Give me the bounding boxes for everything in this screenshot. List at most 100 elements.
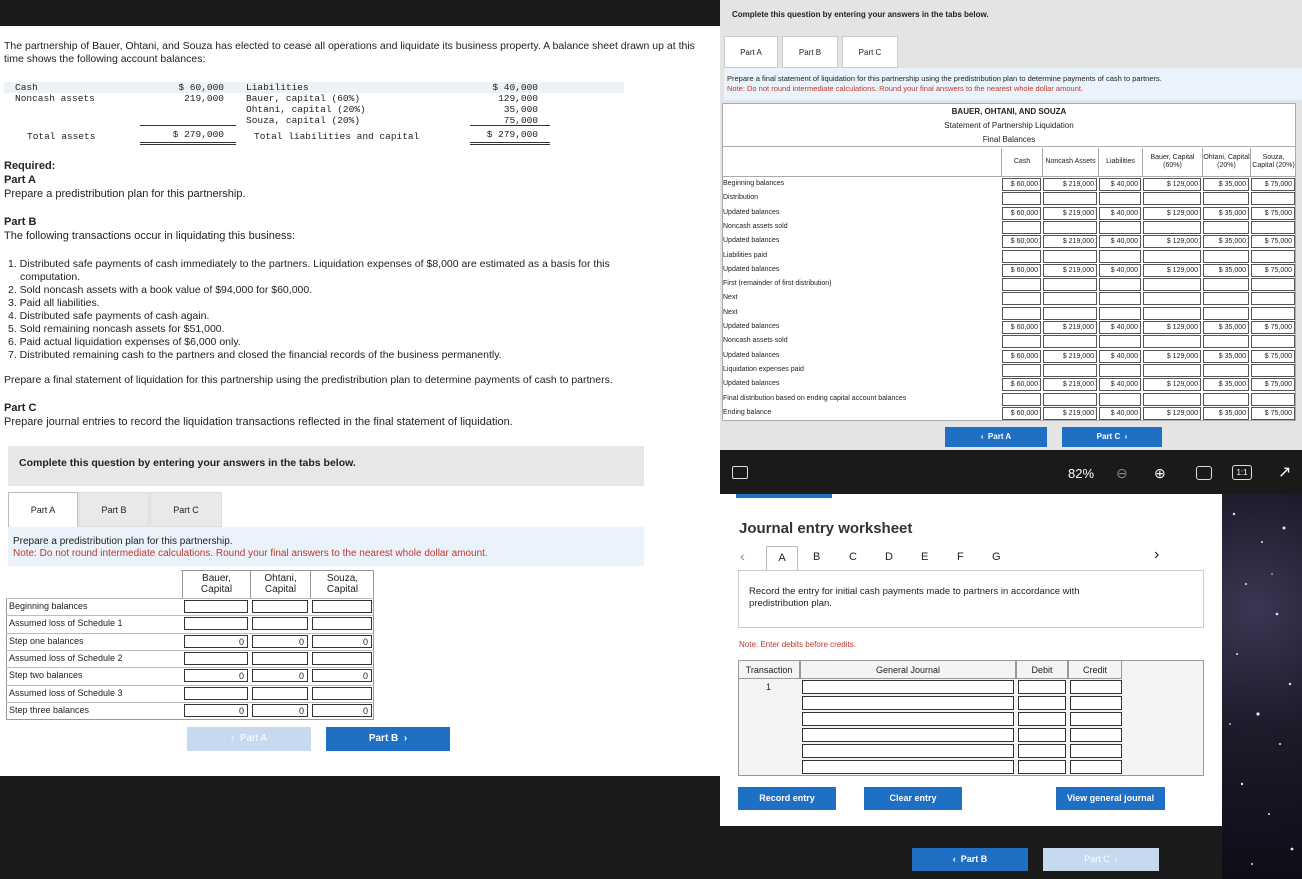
liq-cell-input[interactable]: [1002, 392, 1041, 406]
predist-cell-input[interactable]: [312, 686, 372, 700]
left-tab-part-b[interactable]: Part B: [79, 492, 149, 527]
liq-cell-input[interactable]: [1203, 249, 1249, 263]
liq-cell-input[interactable]: $ 75,000: [1251, 263, 1295, 277]
liq-cell-input[interactable]: $ 75,000: [1251, 178, 1295, 191]
liq-cell-input[interactable]: [1043, 306, 1097, 320]
liq-cell-input[interactable]: $ 60,000: [1002, 321, 1041, 334]
liq-cell-input[interactable]: [1002, 292, 1041, 306]
liq-cell-input[interactable]: $ 35,000: [1203, 235, 1249, 249]
liq-cell-input[interactable]: [1251, 292, 1295, 306]
liq-cell-input[interactable]: $ 35,000: [1203, 206, 1249, 220]
liq-cell-input[interactable]: [1251, 278, 1295, 292]
liq-cell-input[interactable]: $ 219,000: [1043, 235, 1097, 249]
journal-input[interactable]: [802, 712, 1014, 726]
liq-cell-input[interactable]: [1143, 249, 1201, 263]
liq-cell-input[interactable]: $ 35,000: [1203, 321, 1249, 334]
liq-cell-input[interactable]: [1099, 192, 1141, 206]
liq-cell-input[interactable]: [1251, 192, 1295, 206]
liq-cell-input[interactable]: $ 219,000: [1043, 178, 1097, 191]
journal-prev-button[interactable]: ‹ Part B: [912, 848, 1028, 871]
right-tab-part-c[interactable]: Part C: [842, 36, 898, 68]
right-next-button[interactable]: Part C ›: [1062, 427, 1162, 447]
liq-cell-input[interactable]: $ 40,000: [1099, 378, 1141, 392]
journal-input[interactable]: [1018, 744, 1066, 758]
actual-size-icon[interactable]: 1:1: [1232, 465, 1252, 480]
liq-cell-input[interactable]: [1002, 249, 1041, 263]
liq-cell-input[interactable]: $ 60,000: [1002, 206, 1041, 220]
liq-cell-input[interactable]: $ 129,000: [1143, 349, 1201, 363]
right-prev-button[interactable]: ‹ Part A: [945, 427, 1047, 447]
liq-cell-input[interactable]: [1043, 249, 1097, 263]
fit-screen-icon[interactable]: [1196, 466, 1212, 480]
liq-cell-input[interactable]: $ 219,000: [1043, 349, 1097, 363]
left-prev-button[interactable]: ‹ Part A: [187, 727, 311, 751]
journal-input[interactable]: [802, 744, 1014, 758]
left-next-button[interactable]: Part B ›: [326, 727, 450, 751]
predist-cell-input[interactable]: 0: [184, 669, 248, 683]
predist-cell-input[interactable]: 0: [184, 703, 248, 717]
predist-cell-input[interactable]: 0: [184, 634, 248, 648]
liq-cell-input[interactable]: [1099, 306, 1141, 320]
predist-cell-input[interactable]: [184, 617, 248, 631]
liq-cell-input[interactable]: [1251, 249, 1295, 263]
journal-input[interactable]: [1018, 680, 1066, 694]
journal-letter-b[interactable]: B: [813, 551, 820, 563]
liq-cell-input[interactable]: $ 40,000: [1099, 263, 1141, 277]
liq-cell-input[interactable]: $ 129,000: [1143, 321, 1201, 334]
journal-letter-f[interactable]: F: [957, 551, 964, 563]
journal-input[interactable]: [1070, 680, 1122, 694]
liq-cell-input[interactable]: $ 40,000: [1099, 321, 1141, 334]
liq-cell-input[interactable]: [1203, 335, 1249, 349]
liq-cell-input[interactable]: $ 129,000: [1143, 178, 1201, 191]
journal-input[interactable]: [1018, 696, 1066, 710]
liq-cell-input[interactable]: [1143, 192, 1201, 206]
journal-letter-d[interactable]: D: [885, 551, 893, 563]
predist-cell-input[interactable]: [252, 600, 308, 613]
liq-cell-input[interactable]: [1002, 220, 1041, 234]
liq-cell-input[interactable]: $ 219,000: [1043, 206, 1097, 220]
liq-cell-input[interactable]: [1203, 306, 1249, 320]
liq-cell-input[interactable]: $ 35,000: [1203, 349, 1249, 363]
expand-icon[interactable]: ↗: [1278, 462, 1291, 482]
predist-cell-input[interactable]: [184, 600, 248, 613]
liq-cell-input[interactable]: [1099, 363, 1141, 377]
liq-cell-input[interactable]: $ 129,000: [1143, 378, 1201, 392]
predist-cell-input[interactable]: [252, 617, 308, 631]
right-tab-part-b[interactable]: Part B: [782, 36, 838, 68]
liq-cell-input[interactable]: $ 219,000: [1043, 263, 1097, 277]
journal-input[interactable]: [802, 760, 1014, 774]
liq-cell-input[interactable]: [1251, 392, 1295, 406]
liq-cell-input[interactable]: [1203, 392, 1249, 406]
predist-cell-input[interactable]: [252, 686, 308, 700]
liq-cell-input[interactable]: [1251, 335, 1295, 349]
liq-cell-input[interactable]: [1043, 335, 1097, 349]
liq-cell-input[interactable]: $ 129,000: [1143, 263, 1201, 277]
liq-cell-input[interactable]: $ 60,000: [1002, 349, 1041, 363]
predist-cell-input[interactable]: 0: [252, 703, 308, 717]
clear-entry-button[interactable]: Clear entry: [864, 787, 962, 810]
liq-cell-input[interactable]: $ 40,000: [1099, 235, 1141, 249]
liq-cell-input[interactable]: $ 219,000: [1043, 321, 1097, 334]
journal-input[interactable]: [802, 680, 1014, 694]
journal-letter-c[interactable]: C: [849, 551, 857, 563]
journal-prev-arrow[interactable]: ‹: [740, 548, 745, 564]
liq-cell-input[interactable]: [1143, 392, 1201, 406]
liq-cell-input[interactable]: [1002, 192, 1041, 206]
liq-cell-input[interactable]: [1203, 220, 1249, 234]
journal-input[interactable]: [1018, 728, 1066, 742]
liq-cell-input[interactable]: $ 35,000: [1203, 178, 1249, 191]
liq-cell-input[interactable]: $ 40,000: [1099, 349, 1141, 363]
journal-input[interactable]: [1070, 728, 1122, 742]
liq-cell-input[interactable]: $ 75,000: [1251, 349, 1295, 363]
liq-cell-input[interactable]: [1099, 220, 1141, 234]
predist-cell-input[interactable]: 0: [252, 669, 308, 683]
predist-cell-input[interactable]: [184, 686, 248, 700]
liq-cell-input[interactable]: [1203, 363, 1249, 377]
record-entry-button[interactable]: Record entry: [738, 787, 836, 810]
liq-cell-input[interactable]: [1251, 363, 1295, 377]
liq-cell-input[interactable]: [1002, 363, 1041, 377]
liq-cell-input[interactable]: [1043, 278, 1097, 292]
predist-cell-input[interactable]: [252, 651, 308, 665]
liq-cell-input[interactable]: $ 75,000: [1251, 235, 1295, 249]
journal-letter-g[interactable]: G: [992, 551, 1001, 563]
